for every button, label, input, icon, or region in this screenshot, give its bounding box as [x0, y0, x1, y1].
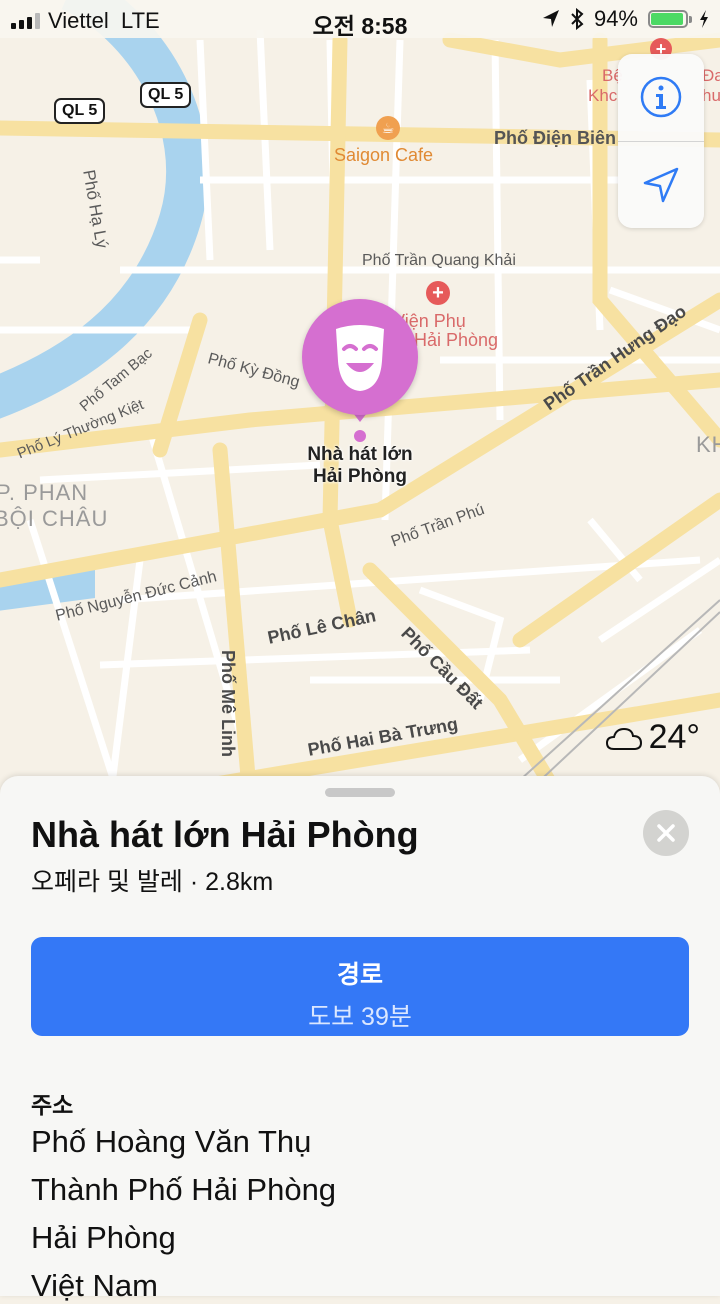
location-arrow-icon — [643, 167, 679, 203]
pin-label[interactable]: Nhà hát lớn Hải Phòng — [250, 444, 470, 488]
info-icon — [640, 76, 682, 118]
selected-place-pin[interactable] — [302, 299, 418, 415]
temperature: 24° — [648, 718, 700, 756]
battery-level — [651, 13, 683, 25]
map-controls — [618, 54, 704, 228]
poi-label-cafe[interactable]: Saigon Cafe — [334, 145, 433, 166]
directions-button[interactable]: 경로 도보 39분 — [31, 937, 689, 1036]
charging-bolt-icon — [700, 10, 708, 28]
street-label: Phố Mê Linh — [218, 650, 238, 757]
pin-label-line: Hải Phòng — [313, 466, 407, 487]
poi-label-partial: Khc — [588, 86, 618, 105]
district-label: P. PHAN — [0, 480, 89, 505]
info-button[interactable] — [618, 54, 704, 140]
sheet-grabber[interactable] — [325, 788, 395, 797]
location-services-icon — [542, 10, 559, 27]
battery-icon — [648, 10, 692, 28]
highway-shield: QL 5 — [140, 82, 192, 108]
highway-shield: QL 5 — [54, 98, 106, 124]
pin-label-line: Nhà hát lớn — [307, 444, 413, 465]
map-view[interactable]: QL 5 QL 5 Phố Hạ Lý Phố Điện Biên Phố Tr… — [0, 0, 720, 800]
hospital-icon[interactable]: + — [426, 281, 450, 305]
address-line: Hải Phòng — [31, 1220, 176, 1255]
street-label: Phố Trần Quang Khải — [362, 252, 516, 269]
battery-percentage: 94% — [593, 6, 638, 31]
address-line: Việt Nam — [31, 1268, 158, 1303]
status-right: 94% — [542, 6, 710, 32]
weather-indicator: 24° — [605, 718, 700, 757]
address-heading: 주소 — [31, 1092, 74, 1118]
address-line: Thành Phố Hải Phòng — [31, 1172, 337, 1207]
place-subtitle: 오페라 및 발레 · 2.8km — [31, 868, 274, 896]
district-label: KH — [696, 432, 720, 457]
poi-label-partial: hu — [702, 86, 720, 105]
poi-label-partial: Đa — [702, 66, 720, 85]
cloud-icon — [605, 727, 642, 750]
poi-label-hospital-city[interactable]: Hải Phòng — [414, 330, 498, 351]
status-bar: Viettel LTE 오전 8:58 94% — [0, 0, 720, 39]
directions-label: 경로 — [336, 961, 383, 989]
directions-detail: 도보 39분 — [308, 1003, 412, 1031]
bluetooth-icon — [571, 8, 584, 30]
close-button[interactable] — [643, 810, 689, 856]
close-icon — [657, 824, 675, 842]
district-label: BỘI CHÂU — [0, 506, 109, 531]
place-title: Nhà hát lớn Hải Phòng — [31, 814, 419, 855]
current-location-button[interactable] — [618, 142, 704, 228]
pin-location-dot — [354, 430, 366, 442]
theater-mask-icon — [336, 325, 384, 391]
coffee-icon[interactable]: ☕ — [376, 116, 400, 140]
place-card: Nhà hát lớn Hải Phòng 오페라 및 발레 · 2.8km 경… — [0, 776, 720, 1303]
address-line: Phố Hoàng Văn Thụ — [31, 1124, 312, 1159]
street-label: Phố Điện Biên — [494, 128, 617, 148]
